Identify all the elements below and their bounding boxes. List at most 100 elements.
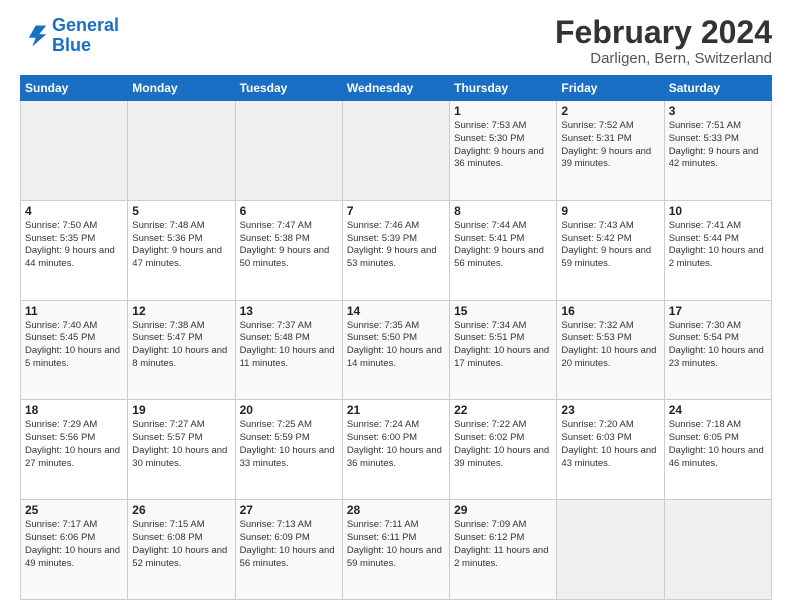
col-sunday: Sunday (21, 76, 128, 101)
day-info: Sunrise: 7:41 AM Sunset: 5:44 PM Dayligh… (669, 220, 767, 271)
day-cell: 21 Sunrise: 7:24 AM Sunset: 6:00 PM Dayli… (342, 400, 449, 500)
day-info: Sunrise: 7:27 AM Sunset: 5:57 PM Dayligh… (132, 419, 230, 470)
col-monday: Monday (128, 76, 235, 101)
day-info: Sunrise: 7:30 AM Sunset: 5:54 PM Dayligh… (669, 320, 767, 371)
day-number: 28 (347, 503, 445, 517)
day-number: 20 (240, 403, 338, 417)
day-info: Sunrise: 7:29 AM Sunset: 5:56 PM Dayligh… (25, 419, 123, 470)
day-info: Sunrise: 7:47 AM Sunset: 5:38 PM Dayligh… (240, 220, 338, 271)
day-cell (557, 500, 664, 600)
day-cell: 16Sunrise: 7:32 AM Sunset: 5:53 PM Dayli… (557, 300, 664, 400)
day-cell: 27 Sunrise: 7:13 AM Sunset: 6:09 PM Dayli… (235, 500, 342, 600)
day-cell (235, 101, 342, 201)
day-info: Sunrise: 7:44 AM Sunset: 5:41 PM Dayligh… (454, 220, 552, 271)
day-number: 13 (240, 304, 338, 318)
day-info: Sunrise: 7:35 AM Sunset: 5:50 PM Dayligh… (347, 320, 445, 371)
day-cell: 7Sunrise: 7:46 AM Sunset: 5:39 PM Daylig… (342, 200, 449, 300)
day-info: Sunrise: 7:52 AM Sunset: 5:31 PM Dayligh… (561, 120, 659, 171)
day-number: 16 (561, 304, 659, 318)
header: General Blue February 2024 Darligen, Ber… (20, 16, 772, 67)
day-cell: 2Sunrise: 7:52 AM Sunset: 5:31 PM Daylig… (557, 101, 664, 201)
day-info: Sunrise: 7:40 AM Sunset: 5:45 PM Dayligh… (25, 320, 123, 371)
logo: General Blue (20, 16, 119, 56)
day-number: 22 (454, 403, 552, 417)
day-cell: 26Sunrise: 7:15 AM Sunset: 6:08 PM Dayli… (128, 500, 235, 600)
logo-line1: General (52, 15, 119, 35)
day-cell: 3Sunrise: 7:51 AM Sunset: 5:33 PM Daylig… (664, 101, 771, 201)
day-number: 21 (347, 403, 445, 417)
day-info: Sunrise: 7:13 AM Sunset: 6:09 PM Dayligh… (240, 519, 338, 570)
col-friday: Friday (557, 76, 664, 101)
logo-text: General Blue (52, 16, 119, 56)
day-info: Sunrise: 7:34 AM Sunset: 5:51 PM Dayligh… (454, 320, 552, 371)
day-info: Sunrise: 7:51 AM Sunset: 5:33 PM Dayligh… (669, 120, 767, 171)
day-cell (664, 500, 771, 600)
day-cell: 5Sunrise: 7:48 AM Sunset: 5:36 PM Daylig… (128, 200, 235, 300)
day-cell: 15 Sunrise: 7:34 AM Sunset: 5:51 PM Dayli… (450, 300, 557, 400)
day-info: Sunrise: 7:17 AM Sunset: 6:06 PM Dayligh… (25, 519, 123, 570)
header-row: Sunday Monday Tuesday Wednesday Thursday… (21, 76, 772, 101)
day-info: Sunrise: 7:43 AM Sunset: 5:42 PM Dayligh… (561, 220, 659, 271)
day-number: 10 (669, 204, 767, 218)
calendar-table: Sunday Monday Tuesday Wednesday Thursday… (20, 75, 772, 600)
day-cell: 20 Sunrise: 7:25 AM Sunset: 5:59 PM Dayli… (235, 400, 342, 500)
day-number: 12 (132, 304, 230, 318)
title-block: February 2024 Darligen, Bern, Switzerlan… (555, 16, 772, 67)
day-number: 4 (25, 204, 123, 218)
day-cell: 4 Sunrise: 7:50 AM Sunset: 5:35 PM Daylig… (21, 200, 128, 300)
col-thursday: Thursday (450, 76, 557, 101)
location: Darligen, Bern, Switzerland (555, 50, 772, 67)
day-cell: 12 Sunrise: 7:38 AM Sunset: 5:47 PM Dayli… (128, 300, 235, 400)
day-cell: 17 Sunrise: 7:30 AM Sunset: 5:54 PM Dayli… (664, 300, 771, 400)
day-info: Sunrise: 7:20 AM Sunset: 6:03 PM Dayligh… (561, 419, 659, 470)
day-info: Sunrise: 7:50 AM Sunset: 5:35 PM Dayligh… (25, 220, 123, 271)
day-cell: 11 Sunrise: 7:40 AM Sunset: 5:45 PM Dayli… (21, 300, 128, 400)
day-cell: 22 Sunrise: 7:22 AM Sunset: 6:02 PM Dayli… (450, 400, 557, 500)
day-cell: 28Sunrise: 7:11 AM Sunset: 6:11 PM Dayli… (342, 500, 449, 600)
day-info: Sunrise: 7:38 AM Sunset: 5:47 PM Dayligh… (132, 320, 230, 371)
day-info: Sunrise: 7:18 AM Sunset: 6:05 PM Dayligh… (669, 419, 767, 470)
day-info: Sunrise: 7:22 AM Sunset: 6:02 PM Dayligh… (454, 419, 552, 470)
day-cell (128, 101, 235, 201)
day-info: Sunrise: 7:24 AM Sunset: 6:00 PM Dayligh… (347, 419, 445, 470)
day-number: 23 (561, 403, 659, 417)
day-cell: 18Sunrise: 7:29 AM Sunset: 5:56 PM Dayli… (21, 400, 128, 500)
logo-line2: Blue (52, 35, 91, 55)
day-number: 6 (240, 204, 338, 218)
day-number: 1 (454, 104, 552, 118)
day-cell: 9 Sunrise: 7:43 AM Sunset: 5:42 PM Daylig… (557, 200, 664, 300)
day-cell: 14Sunrise: 7:35 AM Sunset: 5:50 PM Dayli… (342, 300, 449, 400)
col-tuesday: Tuesday (235, 76, 342, 101)
day-number: 25 (25, 503, 123, 517)
day-number: 8 (454, 204, 552, 218)
day-info: Sunrise: 7:37 AM Sunset: 5:48 PM Dayligh… (240, 320, 338, 371)
day-info: Sunrise: 7:46 AM Sunset: 5:39 PM Dayligh… (347, 220, 445, 271)
page: General Blue February 2024 Darligen, Ber… (0, 0, 792, 612)
day-cell: 10 Sunrise: 7:41 AM Sunset: 5:44 PM Dayli… (664, 200, 771, 300)
day-info: Sunrise: 7:53 AM Sunset: 5:30 PM Dayligh… (454, 120, 552, 171)
day-info: Sunrise: 7:48 AM Sunset: 5:36 PM Dayligh… (132, 220, 230, 271)
day-cell: 6 Sunrise: 7:47 AM Sunset: 5:38 PM Daylig… (235, 200, 342, 300)
calendar-header: Sunday Monday Tuesday Wednesday Thursday… (21, 76, 772, 101)
week-row-2: 4 Sunrise: 7:50 AM Sunset: 5:35 PM Daylig… (21, 200, 772, 300)
day-number: 26 (132, 503, 230, 517)
day-cell: 8 Sunrise: 7:44 AM Sunset: 5:41 PM Daylig… (450, 200, 557, 300)
day-info: Sunrise: 7:25 AM Sunset: 5:59 PM Dayligh… (240, 419, 338, 470)
week-row-4: 18Sunrise: 7:29 AM Sunset: 5:56 PM Dayli… (21, 400, 772, 500)
week-row-1: 1 Sunrise: 7:53 AM Sunset: 5:30 PM Daylig… (21, 101, 772, 201)
week-row-5: 25 Sunrise: 7:17 AM Sunset: 6:06 PM Dayli… (21, 500, 772, 600)
day-number: 24 (669, 403, 767, 417)
day-number: 29 (454, 503, 552, 517)
week-row-3: 11 Sunrise: 7:40 AM Sunset: 5:45 PM Dayli… (21, 300, 772, 400)
day-number: 17 (669, 304, 767, 318)
day-number: 9 (561, 204, 659, 218)
day-number: 15 (454, 304, 552, 318)
day-number: 27 (240, 503, 338, 517)
day-cell (342, 101, 449, 201)
day-cell (21, 101, 128, 201)
day-cell: 25 Sunrise: 7:17 AM Sunset: 6:06 PM Dayli… (21, 500, 128, 600)
calendar-body: 1 Sunrise: 7:53 AM Sunset: 5:30 PM Daylig… (21, 101, 772, 600)
day-cell: 1 Sunrise: 7:53 AM Sunset: 5:30 PM Daylig… (450, 101, 557, 201)
day-number: 19 (132, 403, 230, 417)
day-number: 11 (25, 304, 123, 318)
